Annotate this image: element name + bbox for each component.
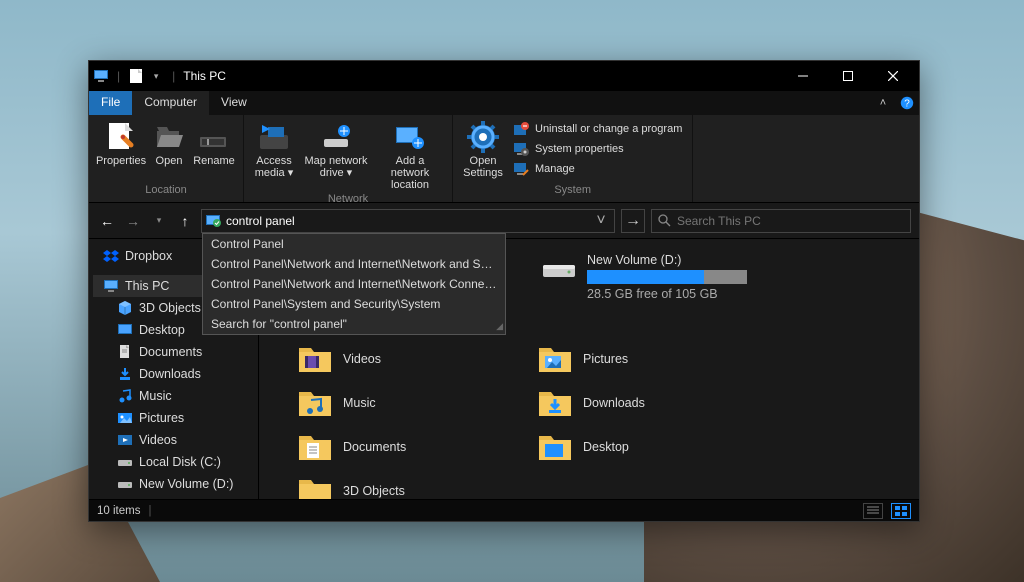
access-media-button[interactable]: Access media ▾ [250,119,298,181]
folder-pictures[interactable]: Pictures [537,337,737,381]
suggestion-item[interactable]: Search for "control panel" [203,314,505,334]
new-file-icon[interactable] [128,68,144,84]
music-icon [117,388,133,404]
ribbon-group-location: Properties Open Rename Location [89,115,244,202]
address-suggestions: Control Panel Control Panel\Network and … [202,233,506,335]
svg-text:?: ? [904,99,910,110]
minimize-button[interactable] [780,61,825,91]
folder-icon [537,432,573,462]
view-details-button[interactable] [863,503,883,519]
sidebar-item-videos[interactable]: Videos [93,429,258,451]
tab-computer[interactable]: Computer [132,91,209,115]
dropbox-icon [103,248,119,264]
sidebar-item-local-disk[interactable]: Local Disk (C:) [93,451,258,473]
search-icon [658,214,671,227]
this-pc-icon [103,278,119,294]
drive-free-text: 28.5 GB free of 105 GB [587,287,801,301]
tab-view[interactable]: View [209,91,259,115]
sidebar-item-screenshots[interactable]: Screenshots (\\MACBOOKA… [93,495,258,499]
status-bar: 10 items | [89,499,919,521]
nav-forward-button[interactable]: → [123,211,143,231]
ribbon-group-network: Access media ▾ Map network drive ▾ Add a… [244,115,453,202]
folder-music[interactable]: Music [297,381,497,425]
ribbon-group-system: Open Settings Uninstall or change a prog… [453,115,693,202]
rename-button[interactable]: Rename [191,119,237,169]
suggestion-item[interactable]: Control Panel\System and Security\System [203,294,505,314]
sidebar-item-downloads[interactable]: Downloads [93,363,258,385]
sidebar-item-pictures[interactable]: Pictures [93,407,258,429]
resize-grip-icon[interactable]: ◢ [496,321,503,332]
folder-icon [297,388,333,418]
drive-icon [117,454,133,470]
file-explorer-window: | ▾ | This PC File Computer View ˄ ? [88,60,920,522]
videos-icon [117,432,133,448]
drive-usage-bar [587,270,747,284]
open-settings-button[interactable]: Open Settings [459,119,507,181]
folder-videos[interactable]: Videos [297,337,497,381]
nav-history-button[interactable]: ▾ [149,211,169,231]
drive-icon [117,476,133,492]
this-pc-icon [93,68,109,84]
folder-desktop[interactable]: Desktop [537,425,737,469]
address-dropdown-button[interactable]: ˅ [592,212,610,230]
titlebar: | ▾ | This PC [89,61,919,91]
map-network-drive-button[interactable]: Map network drive ▾ [300,119,372,181]
properties-button[interactable]: Properties [95,119,147,169]
suggestion-item[interactable]: Control Panel\Network and Internet\Netwo… [203,274,505,294]
drive-icon [541,255,577,283]
cube-icon [117,300,133,316]
tab-file[interactable]: File [89,91,132,115]
sidebar-item-new-volume[interactable]: New Volume (D:) [93,473,258,495]
collapse-ribbon-button[interactable]: ˄ [871,91,895,115]
desktop-icon [117,322,133,338]
window-title: This PC [183,69,226,83]
sidebar-item-documents[interactable]: Documents [93,341,258,363]
address-input[interactable] [226,214,592,228]
drive-name: New Volume (D:) [587,253,801,267]
add-network-location-button[interactable]: Add a network location [374,119,446,193]
uninstall-program-button[interactable]: Uninstall or change a program [509,119,686,139]
ribbon: Properties Open Rename Location Access m… [89,115,919,203]
pictures-icon [117,410,133,426]
nav-up-button[interactable]: ↑ [175,211,195,231]
folder-icon [297,344,333,374]
open-button[interactable]: Open [149,119,189,169]
system-properties-button[interactable]: System properties [509,139,686,159]
search-field[interactable] [651,209,911,233]
folder-icon [297,432,333,462]
suggestion-item[interactable]: Control Panel [203,234,505,254]
folder-documents[interactable]: Documents [297,425,497,469]
search-input[interactable] [677,214,904,228]
drive-d[interactable]: New Volume (D:) 28.5 GB free of 105 GB [541,253,801,301]
folder-icon [297,476,333,499]
folder-icon [537,388,573,418]
close-button[interactable] [870,61,915,91]
nav-back-button[interactable]: ← [97,211,117,231]
maximize-button[interactable] [825,61,870,91]
item-count: 10 items [97,505,140,517]
folder-3d-objects[interactable]: 3D Objects [297,469,497,499]
go-button[interactable]: → [621,209,645,233]
address-bar: ← → ▾ ↑ ˅ Control Panel Control Panel\Ne… [89,203,919,239]
qat-dropdown-icon[interactable]: ▾ [148,68,164,84]
manage-button[interactable]: Manage [509,159,686,179]
control-panel-icon [206,213,222,229]
folder-downloads[interactable]: Downloads [537,381,737,425]
downloads-icon [117,366,133,382]
documents-icon [117,344,133,360]
folder-icon [537,344,573,374]
address-field[interactable]: ˅ Control Panel Control Panel\Network an… [201,209,615,233]
ribbon-tabs: File Computer View ˄ ? [89,91,919,115]
suggestion-item[interactable]: Control Panel\Network and Internet\Netwo… [203,254,505,274]
view-tiles-button[interactable] [891,503,911,519]
help-icon[interactable]: ? [895,91,919,115]
sidebar-item-music[interactable]: Music [93,385,258,407]
